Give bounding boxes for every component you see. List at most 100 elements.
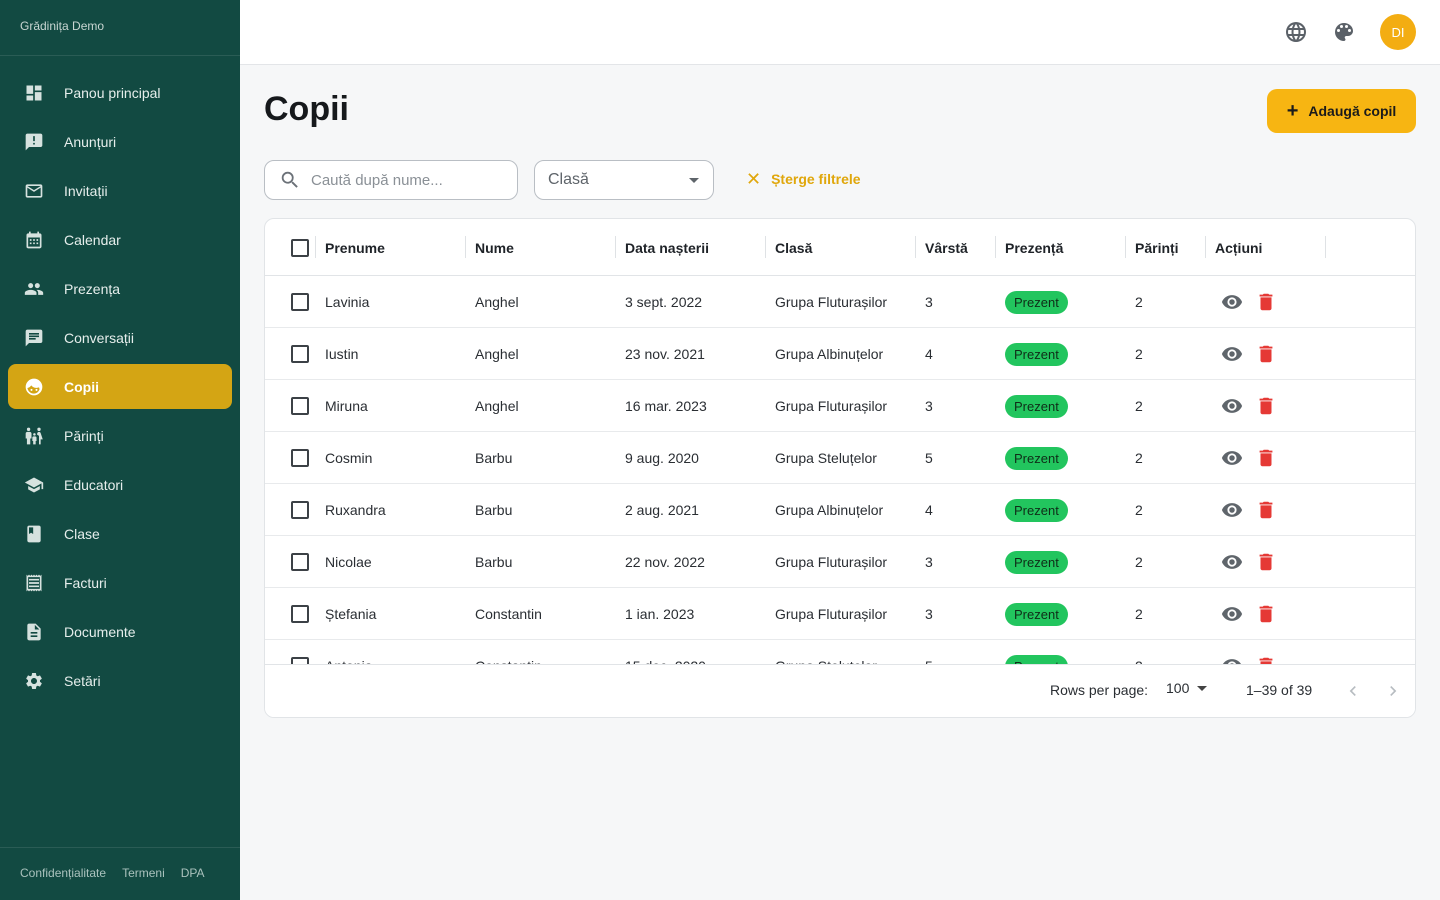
- view-eye-icon[interactable]: [1221, 291, 1243, 313]
- parents-cell: 2: [1135, 294, 1143, 310]
- class-select[interactable]: Clasă: [534, 160, 714, 200]
- sidebar-item-label: Calendar: [64, 231, 121, 248]
- sidebar-item-conversatii[interactable]: Conversații: [8, 315, 232, 360]
- delete-trash-icon[interactable]: [1255, 395, 1277, 417]
- age-cell: 4: [925, 502, 933, 518]
- view-eye-icon[interactable]: [1221, 499, 1243, 521]
- user-avatar[interactable]: DI: [1380, 14, 1416, 50]
- row-checkbox[interactable]: [291, 397, 309, 415]
- actions-cell: [1215, 640, 1277, 666]
- table-row[interactable]: Miruna Anghel 16 mar. 2023 Grupa Fluturașil…: [265, 380, 1415, 432]
- actions-cell: [1215, 588, 1277, 640]
- table-row[interactable]: Ruxandra Barbu 2 aug. 2021 Grupa Albinuțelo…: [265, 484, 1415, 536]
- rows-per-page-select[interactable]: 100: [1166, 680, 1208, 696]
- attendance-cell: Prezent: [995, 380, 1068, 432]
- sidebar-item-calendar[interactable]: Calendar: [8, 217, 232, 262]
- age-cell: 3: [925, 554, 933, 570]
- actions-cell: [1215, 432, 1277, 484]
- last-name-cell: Constantin: [475, 606, 542, 622]
- col-age-header[interactable]: Vârstă: [915, 219, 968, 276]
- status-badge: Prezent: [1005, 446, 1068, 470]
- status-badge: Prezent: [1005, 550, 1068, 574]
- col-actions-header[interactable]: Acțiuni: [1205, 219, 1262, 276]
- language-globe-icon[interactable]: [1284, 20, 1308, 44]
- row-checkbox[interactable]: [291, 553, 309, 571]
- sidebar-item-prezenta[interactable]: Prezența: [8, 266, 232, 311]
- sidebar-item-label: Copii: [64, 378, 99, 395]
- table-row[interactable]: Antonia Constantin 15 dec. 2020 Grupa Stelu…: [265, 640, 1415, 666]
- age-cell: 3: [925, 606, 933, 622]
- status-badge: Prezent: [1005, 342, 1068, 366]
- col-attendance-header[interactable]: Prezență: [995, 219, 1063, 276]
- row-checkbox[interactable]: [291, 501, 309, 519]
- rows-per-page-value: 100: [1166, 680, 1190, 696]
- birth-date-cell: 3 sept. 2022: [625, 294, 703, 310]
- sidebar-item-setari[interactable]: Setări: [8, 658, 232, 703]
- sidebar-item-anunturi[interactable]: Anunțuri: [8, 119, 232, 164]
- col-class-header[interactable]: Clasă: [765, 219, 812, 276]
- table-row[interactable]: Nicolae Barbu 22 nov. 2022 Grupa Fluturașil…: [265, 536, 1415, 588]
- row-checkbox[interactable]: [291, 605, 309, 623]
- sidebar-item-parinti[interactable]: Părinți: [8, 413, 232, 458]
- prev-page-button[interactable]: [1341, 679, 1365, 703]
- privacy-link[interactable]: Confidențialitate: [20, 866, 106, 882]
- clear-filters-button[interactable]: ✕ Șterge filtrele: [746, 170, 861, 188]
- view-eye-icon[interactable]: [1221, 343, 1243, 365]
- palette-icon[interactable]: [1332, 20, 1356, 44]
- sidebar-footer: Confidențialitate Termeni DPA: [0, 847, 240, 900]
- actions-cell: [1215, 536, 1277, 588]
- delete-trash-icon[interactable]: [1255, 343, 1277, 365]
- delete-trash-icon[interactable]: [1255, 551, 1277, 573]
- sidebar-item-copii[interactable]: Copii: [8, 364, 232, 409]
- table-row[interactable]: Cosmin Barbu 9 aug. 2020 Grupa Steluțelor 5 P…: [265, 432, 1415, 484]
- delete-trash-icon[interactable]: [1255, 499, 1277, 521]
- first-name-cell: Nicolae: [325, 554, 372, 570]
- row-checkbox[interactable]: [291, 449, 309, 467]
- class-cell: Grupa Fluturașilor: [775, 606, 888, 622]
- view-eye-icon[interactable]: [1221, 551, 1243, 573]
- col-last-name-header[interactable]: Nume: [465, 219, 514, 276]
- sidebar-item-panou-principal[interactable]: Panou principal: [8, 70, 232, 115]
- table-header: Prenume Nume Data nașterii Clasă Vârstă Preze…: [265, 219, 1415, 276]
- add-child-button[interactable]: + Adaugă copil: [1267, 89, 1416, 133]
- next-page-button[interactable]: [1381, 679, 1405, 703]
- delete-trash-icon[interactable]: [1255, 447, 1277, 469]
- school-icon: [24, 475, 44, 495]
- table-row[interactable]: Ștefania Constantin 1 ian. 2023 Grupa Flutu…: [265, 588, 1415, 640]
- sidebar-item-facturi[interactable]: Facturi: [8, 560, 232, 605]
- sidebar-item-label: Clase: [64, 525, 100, 542]
- caret-down-icon: [689, 178, 699, 183]
- delete-trash-icon[interactable]: [1255, 291, 1277, 313]
- sidebar-item-label: Facturi: [64, 574, 107, 591]
- class-cell: Grupa Steluțelor: [775, 658, 877, 666]
- sidebar-item-invitatii[interactable]: Invitații: [8, 168, 232, 213]
- dpa-link[interactable]: DPA: [181, 866, 205, 882]
- pagination-range: 1–39 of 39: [1246, 682, 1313, 698]
- rows-per-page-label: Rows per page:: [1050, 682, 1149, 698]
- row-select-cell: [281, 640, 309, 666]
- sidebar-item-documente[interactable]: Documente: [8, 609, 232, 654]
- table-row[interactable]: Iustin Anghel 23 nov. 2021 Grupa Albinuțelo…: [265, 328, 1415, 380]
- sidebar-item-educatori[interactable]: Educatori: [8, 462, 232, 507]
- delete-trash-icon[interactable]: [1255, 603, 1277, 625]
- terms-link[interactable]: Termeni: [122, 866, 165, 882]
- select-all-checkbox[interactable]: [291, 238, 309, 257]
- page-title: Copii: [264, 90, 349, 128]
- sidebar-item-label: Prezența: [64, 280, 121, 297]
- table-row[interactable]: Lavinia Anghel 3 sept. 2022 Grupa Fluturași…: [265, 276, 1415, 328]
- last-name-cell: Barbu: [475, 554, 513, 570]
- col-first-name-header[interactable]: Prenume: [315, 219, 385, 276]
- view-eye-icon[interactable]: [1221, 603, 1243, 625]
- receipt-icon: [24, 573, 44, 593]
- first-name-cell: Lavinia: [325, 294, 370, 310]
- sidebar-item-clase[interactable]: Clase: [8, 511, 232, 556]
- search-input[interactable]: [311, 171, 511, 189]
- row-checkbox[interactable]: [291, 293, 309, 311]
- row-checkbox[interactable]: [291, 345, 309, 363]
- col-parents-header[interactable]: Părinți: [1125, 219, 1179, 276]
- view-eye-icon[interactable]: [1221, 447, 1243, 469]
- attendance-cell: Prezent: [995, 328, 1068, 380]
- view-eye-icon[interactable]: [1221, 395, 1243, 417]
- col-birth-date-header[interactable]: Data nașterii: [615, 219, 709, 276]
- dashboard-icon: [24, 83, 44, 103]
